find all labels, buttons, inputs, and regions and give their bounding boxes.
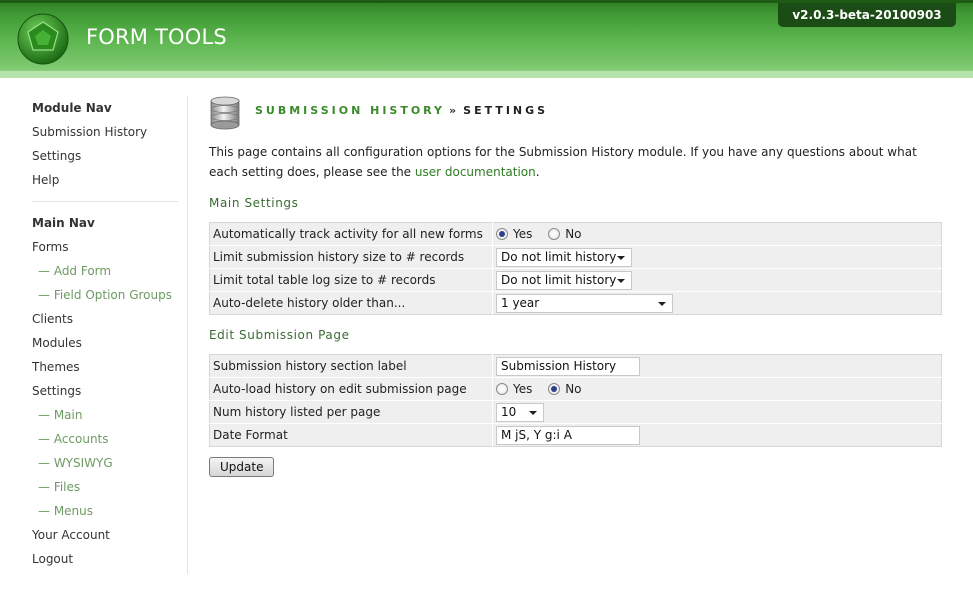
table-row: Auto-delete history older than... 1 year: [209, 291, 942, 315]
limit-submission-select[interactable]: Do not limit history: [496, 247, 632, 267]
sidebar-item-module-settings[interactable]: Settings: [32, 144, 182, 168]
edit-submission-table: Submission history section label Submiss…: [209, 354, 942, 447]
num-history-field: 10: [492, 400, 942, 424]
sidebar-divider-vertical: [187, 96, 188, 574]
sidebar-item-themes[interactable]: Themes: [32, 355, 182, 379]
chevron-down-icon: [529, 410, 537, 415]
page-title: SUBMISSION HISTORY » SETTINGS: [255, 104, 548, 117]
main-nav-heading: Main Nav: [32, 216, 95, 230]
table-row: Automatically track activity for all new…: [209, 222, 942, 246]
table-row: Auto-load history on edit submission pag…: [209, 377, 942, 401]
auto-delete-label: Auto-delete history older than...: [209, 291, 493, 315]
chevron-down-icon: [617, 255, 625, 260]
title-page-name: SETTINGS: [463, 104, 549, 117]
section-label-label: Submission history section label: [209, 354, 493, 378]
sidebar: Module Nav Submission History Settings H…: [32, 96, 182, 571]
main-content: SUBMISSION HISTORY » SETTINGS This page co…: [209, 96, 942, 477]
sidebar-divider: [32, 201, 178, 202]
sidebar-item-logout[interactable]: Logout: [32, 547, 182, 571]
sidebar-item-add-form[interactable]: — Add Form: [32, 259, 182, 283]
sidebar-item-settings-accounts[interactable]: — Accounts: [32, 427, 182, 451]
sidebar-item-forms[interactable]: Forms: [32, 235, 182, 259]
sidebar-item-clients[interactable]: Clients: [32, 307, 182, 331]
sidebar-item-settings-menus[interactable]: — Menus: [32, 499, 182, 523]
database-icon: [210, 96, 240, 130]
table-row: Limit total table log size to # records …: [209, 268, 942, 292]
auto-load-no-radio[interactable]: [548, 383, 561, 396]
auto-load-no-label[interactable]: No: [565, 382, 581, 396]
sidebar-item-your-account[interactable]: Your Account: [32, 523, 182, 547]
track-no-radio[interactable]: [548, 228, 561, 241]
edit-submission-heading: Edit Submission Page: [209, 328, 350, 342]
intro-end: .: [535, 165, 540, 179]
section-label-field: Submission History: [492, 354, 942, 378]
auto-load-label: Auto-load history on edit submission pag…: [209, 377, 493, 401]
sidebar-item-settings[interactable]: Settings: [32, 379, 182, 403]
limit-total-field: Do not limit history: [492, 268, 942, 292]
track-activity-label: Automatically track activity for all new…: [209, 222, 493, 246]
limit-total-select[interactable]: Do not limit history: [496, 270, 632, 290]
sidebar-item-help[interactable]: Help: [32, 168, 182, 192]
track-no-label[interactable]: No: [565, 227, 581, 241]
user-documentation-link[interactable]: user documentation: [415, 165, 536, 179]
version-badge: v2.0.3-beta-20100903: [778, 3, 956, 27]
limit-total-value: Do not limit history: [501, 272, 617, 287]
limit-submission-field: Do not limit history: [492, 245, 942, 269]
auto-load-yes-label[interactable]: Yes: [513, 382, 532, 396]
page-title-row: SUBMISSION HISTORY » SETTINGS: [209, 96, 942, 132]
chevron-down-icon: [658, 301, 666, 306]
limit-submission-value: Do not limit history: [501, 249, 617, 264]
update-button[interactable]: Update: [209, 457, 275, 477]
intro-paragraph: This page contains all configuration opt…: [209, 142, 929, 182]
intro-text: This page contains all configuration opt…: [209, 145, 917, 179]
date-format-input[interactable]: M jS, Y g:i A: [496, 425, 640, 445]
table-row: Limit submission history size to # recor…: [209, 245, 942, 269]
table-row: Num history listed per page 10: [209, 400, 942, 424]
auto-load-field: Yes No: [492, 377, 942, 401]
sidebar-item-modules[interactable]: Modules: [32, 331, 182, 355]
table-row: Date Format M jS, Y g:i A: [209, 423, 942, 447]
num-history-select[interactable]: 10: [496, 402, 544, 422]
sidebar-item-field-option-groups[interactable]: — Field Option Groups: [32, 283, 182, 307]
brand-name: FORM TOOLS: [86, 25, 227, 49]
track-yes-label[interactable]: Yes: [513, 227, 532, 241]
app-header: FORM TOOLS v2.0.3-beta-20100903: [0, 0, 973, 78]
date-format-label: Date Format: [209, 423, 493, 447]
title-separator: »: [449, 104, 460, 117]
num-history-label: Num history listed per page: [209, 400, 493, 424]
sidebar-item-submission-history[interactable]: Submission History: [32, 120, 182, 144]
header-bottom-band: [0, 71, 973, 78]
sidebar-item-settings-main[interactable]: — Main: [32, 403, 182, 427]
chevron-down-icon: [617, 278, 625, 283]
date-format-field: M jS, Y g:i A: [493, 424, 942, 447]
limit-total-label: Limit total table log size to # records: [209, 268, 493, 292]
sidebar-item-settings-wysiwyg[interactable]: — WYSIWYG: [32, 451, 182, 475]
limit-submission-label: Limit submission history size to # recor…: [209, 245, 493, 269]
main-settings-table: Automatically track activity for all new…: [209, 222, 942, 315]
table-row: Submission history section label Submiss…: [209, 354, 942, 378]
track-activity-field: Yes No: [492, 222, 942, 246]
track-yes-radio[interactable]: [496, 228, 508, 241]
module-nav-heading: Module Nav: [32, 101, 112, 115]
form-tools-logo-icon: [17, 13, 69, 65]
auto-delete-select[interactable]: 1 year: [496, 293, 673, 313]
auto-load-yes-radio[interactable]: [496, 383, 508, 396]
sidebar-item-settings-files[interactable]: — Files: [32, 475, 182, 499]
auto-delete-value: 1 year: [501, 295, 540, 310]
title-module-name[interactable]: SUBMISSION HISTORY: [255, 104, 445, 117]
auto-delete-field: 1 year: [493, 292, 942, 315]
section-label-input[interactable]: Submission History: [496, 356, 640, 376]
num-history-value: 10: [501, 404, 517, 419]
main-settings-heading: Main Settings: [209, 196, 299, 210]
